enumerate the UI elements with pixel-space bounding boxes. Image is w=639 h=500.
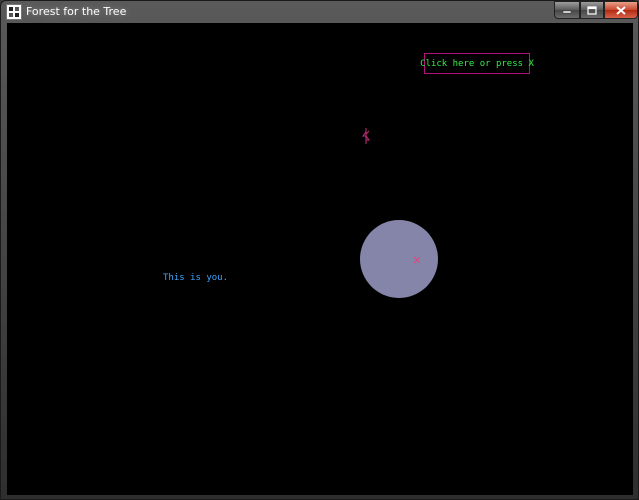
hint-button[interactable]: Click here or press X — [420, 53, 534, 74]
maximize-icon — [587, 5, 597, 15]
window-app-icon — [6, 4, 22, 20]
app-window: Forest for the Tree Click here or press … — [0, 0, 639, 500]
close-button[interactable] — [604, 1, 638, 19]
maximize-button[interactable] — [580, 1, 604, 19]
window-controls — [554, 1, 638, 19]
minimize-icon — [562, 10, 572, 14]
minimize-button[interactable] — [554, 1, 580, 19]
game-canvas[interactable]: Click here or press X This is you. — [7, 23, 633, 495]
pink-x-marker-icon — [413, 256, 421, 264]
window-title: Forest for the Tree — [26, 5, 127, 18]
tree-figure-icon — [362, 128, 370, 144]
player-label: This is you. — [163, 273, 229, 283]
title-bar[interactable]: Forest for the Tree — [1, 1, 638, 23]
close-icon — [616, 5, 626, 15]
planet-circle — [360, 220, 438, 298]
